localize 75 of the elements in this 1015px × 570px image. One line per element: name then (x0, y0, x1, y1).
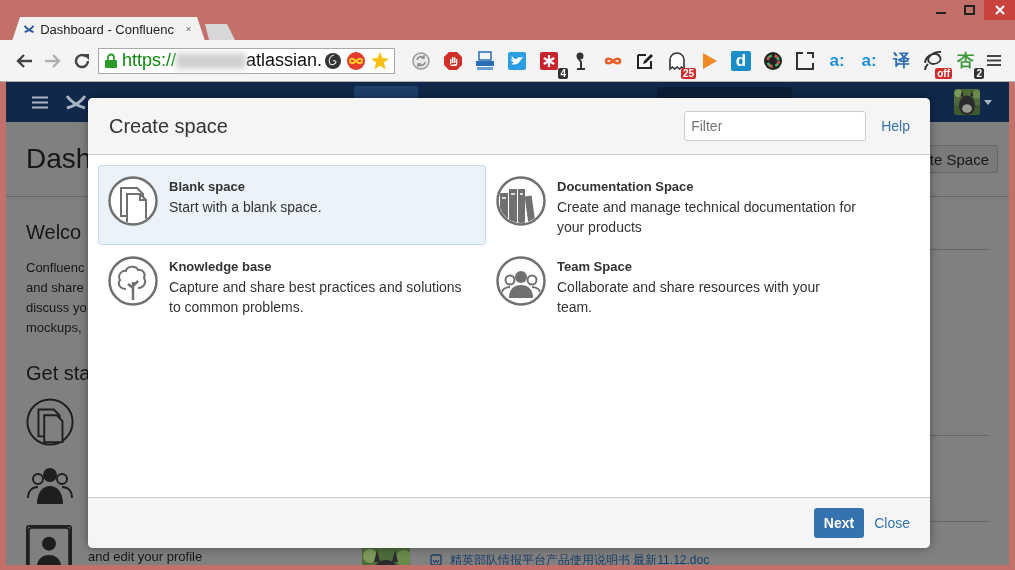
option-title: Team Space (557, 258, 633, 276)
asterisk-icon (539, 50, 559, 71)
intro-text: and share (26, 279, 84, 297)
team-icon (496, 256, 546, 306)
document-icon (430, 554, 442, 565)
menu-icon[interactable] (32, 95, 48, 109)
extension-button[interactable]: 杏 (955, 50, 975, 71)
option-description: Create and manage technical documentation for your products (557, 198, 857, 237)
option-title: Knowledge base (169, 258, 273, 276)
ghost-icon (667, 50, 687, 71)
space-option[interactable]: Team Space Collaborate and share resources with your team. (486, 245, 874, 325)
extension-button[interactable]: a: (827, 50, 847, 71)
page-title: Dash (26, 143, 92, 175)
menu-button[interactable] (987, 54, 1001, 67)
help-link[interactable]: Help (881, 118, 910, 134)
badge: 2 (974, 67, 984, 79)
profile-text: and edit your profile (88, 550, 204, 564)
reload-icon (73, 51, 91, 70)
tree-icon (108, 256, 158, 306)
next-button[interactable]: Next (813, 508, 865, 538)
loop-icon[interactable] (346, 50, 366, 71)
close-icon (994, 5, 1005, 15)
forward-icon (44, 52, 62, 69)
filter-field[interactable]: Filter (684, 111, 867, 141)
space-option[interactable]: Documentation Space Create and manage technical documentation for your products (486, 165, 874, 245)
back-icon (15, 52, 33, 69)
books-icon (496, 176, 546, 226)
attachment-link[interactable]: 精英部队情报平台产品使用说明书 最新11.12.doc (450, 553, 710, 565)
badge: 4 (558, 67, 568, 79)
url-scheme: https:// (122, 50, 177, 71)
extension-button[interactable] (763, 50, 783, 71)
space-option[interactable]: Knowledge base Capture and share best practices and solutions to common problems. (98, 245, 486, 325)
star-icon[interactable] (370, 50, 390, 71)
address-bar[interactable]: https:// atlassian. (98, 47, 395, 74)
space-option[interactable]: Blank space Start with a blank space. (98, 165, 486, 245)
close-link[interactable]: Close (874, 515, 910, 531)
ring-icon (763, 50, 783, 71)
blank-page-icon (26, 398, 74, 446)
tray-icon (475, 50, 495, 71)
blurred-text (176, 52, 247, 69)
frame-icon (795, 50, 815, 71)
option-description: Capture and share best practices and solutions to common problems. (169, 278, 463, 317)
team-icon (26, 466, 74, 506)
intro-text: discuss yo (26, 299, 87, 317)
badge: 25 (680, 67, 696, 79)
option-description: Collaborate and share resources with your team. (557, 278, 822, 317)
caret-icon[interactable] (984, 99, 992, 105)
profile-icon (26, 525, 72, 565)
lock-icon (105, 53, 117, 68)
minimize-icon (935, 12, 946, 14)
menu-icon (987, 54, 1001, 67)
sync-icon (411, 50, 431, 71)
extension-button[interactable] (795, 50, 815, 71)
intro-text: mockups, (26, 319, 82, 337)
stop-icon (443, 50, 463, 71)
bird-icon (507, 50, 527, 71)
close-icon[interactable] (185, 25, 191, 33)
browser-tab[interactable]: Dashboard - Confluenc (12, 17, 205, 41)
logo-icon[interactable] (66, 92, 86, 112)
extension-button[interactable]: 译 (891, 50, 911, 71)
extension-button[interactable]: d (731, 50, 751, 71)
blank-page-icon (108, 176, 158, 226)
dialog-title: Create space (109, 114, 229, 138)
option-title: Blank space (169, 178, 246, 196)
spiral-icon[interactable] (324, 51, 342, 70)
option-description: Start with a blank space. (169, 198, 322, 217)
extension-button[interactable]: a: (859, 50, 879, 71)
badge: off (935, 67, 952, 79)
option-title: Documentation Space (557, 178, 695, 196)
intro-text: Confluenc (26, 259, 85, 277)
welcome-heading: Welco (26, 220, 82, 244)
close-button[interactable] (984, 0, 1015, 20)
url-host: atlassian. (246, 50, 323, 71)
extension-button[interactable] (667, 50, 687, 71)
maximize-icon (964, 5, 975, 15)
